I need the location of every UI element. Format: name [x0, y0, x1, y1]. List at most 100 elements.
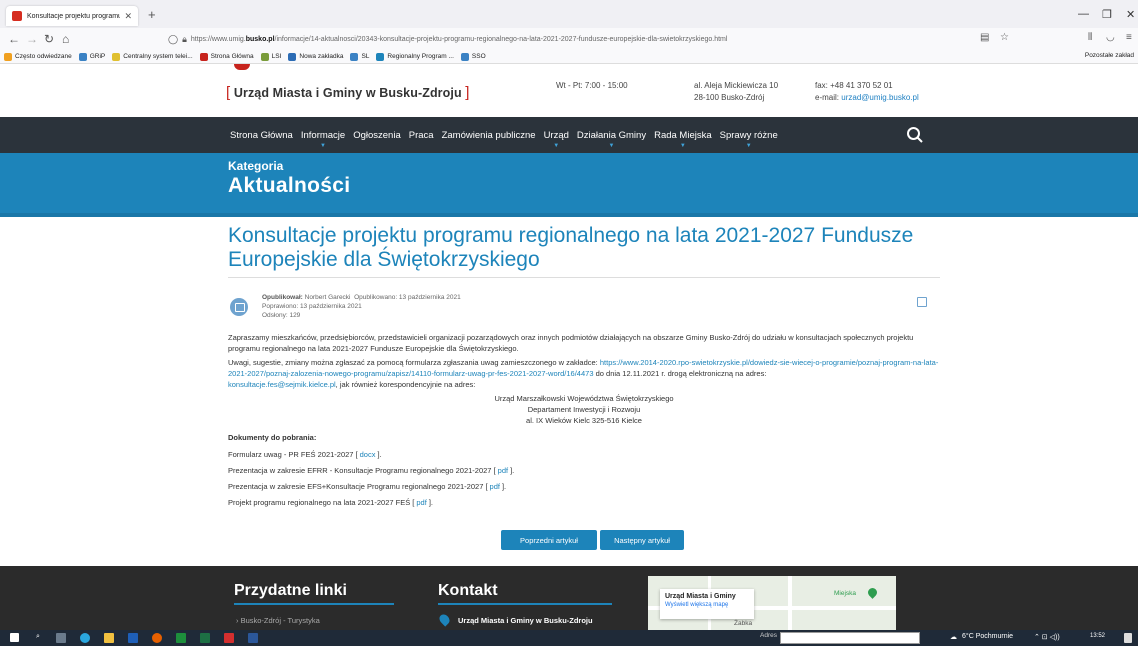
document-item: Projekt programu regionalnego na lata 20…: [228, 498, 433, 507]
home-icon[interactable]: ⌂: [62, 32, 69, 46]
word-icon[interactable]: [248, 633, 258, 643]
app-icon[interactable]: [176, 633, 186, 643]
next-article-button[interactable]: Następny artykuł: [600, 530, 684, 550]
acrobat-icon[interactable]: [224, 633, 234, 643]
document-download-link[interactable]: pdf: [416, 498, 426, 507]
contact-name: Urząd Miasta i Gminy w Busku-Zdroju: [458, 616, 593, 625]
nav-item[interactable]: Rada Miejska ▼: [654, 130, 712, 149]
bookmark-item[interactable]: GRiP: [78, 52, 105, 61]
view-larger-map-link[interactable]: Wyświetl większą mapę: [665, 602, 749, 608]
edge-icon[interactable]: [80, 633, 90, 643]
bookmark-item[interactable]: Strona Główna: [199, 52, 254, 61]
site-logo[interactable]: [ Urząd Miasta i Gminy w Busku-Zdroju ]: [226, 84, 470, 101]
bookmark-item[interactable]: LSI: [260, 52, 281, 61]
useful-links-heading: Przydatne linki: [234, 582, 347, 599]
embedded-map[interactable]: Urząd Miasta i Gminy Wyświetl większą ma…: [648, 576, 896, 630]
other-bookmarks[interactable]: Pozostałe zakład: [1085, 52, 1134, 59]
nav-item[interactable]: Informacje ▼: [301, 130, 345, 149]
nav-item[interactable]: Strona Główna: [230, 130, 293, 141]
site-favicon-icon: [12, 11, 22, 21]
forward-arrow-icon[interactable]: →: [26, 32, 38, 46]
document-download-link[interactable]: pdf: [498, 466, 508, 475]
view-count: Odsłony: 129: [262, 312, 301, 319]
document-download-link[interactable]: pdf: [490, 482, 500, 491]
browser-tab[interactable]: Konsultacje projektu programu ✕: [6, 6, 138, 26]
document-item: Prezentacja w zakresie EFRR - Konsultacj…: [228, 466, 515, 475]
map-pin-icon: [866, 586, 879, 599]
address-toolbar-input[interactable]: [780, 632, 920, 644]
nav-item[interactable]: Sprawy różne ▼: [720, 130, 778, 149]
nav-item[interactable]: Działania Gminy ▼: [577, 130, 646, 149]
map-place-title: Urząd Miasta i Gminy: [665, 593, 736, 600]
logo-emblem: [234, 64, 250, 70]
outlook-icon[interactable]: [128, 633, 138, 643]
map-label: Miejska: [834, 590, 857, 597]
notifications-icon[interactable]: [1124, 633, 1132, 643]
consultation-email-link[interactable]: konsultacje.fes@sejmik.kielce.pl: [228, 380, 336, 389]
address-line-2: 28-100 Busko-Zdrój: [694, 93, 765, 102]
nav-item[interactable]: Zamówienia publiczne: [442, 130, 536, 141]
chevron-down-icon: ▼: [320, 142, 326, 149]
documents-heading: Dokumenty do pobrania:: [228, 433, 317, 442]
print-icon[interactable]: [917, 297, 927, 307]
contact-heading: Kontakt: [438, 582, 498, 599]
bookmark-icon: [199, 52, 208, 61]
bookmark-item[interactable]: Często odwiedzane: [4, 52, 72, 61]
bookmark-icon: [260, 52, 269, 61]
bookmark-icon: [78, 52, 87, 61]
instructions-paragraph: Uwagi, sugestie, zmiany można zgłaszać z…: [228, 358, 939, 389]
nav-item[interactable]: Urząd ▼: [544, 130, 569, 149]
task-view-icon[interactable]: [56, 633, 66, 643]
os-taskbar: ⌕ Adres ☁ 6°C Pochmurnie ⌃ ⊡ ◁)) 13:52: [0, 630, 1138, 646]
bookmark-item[interactable]: SSO: [460, 52, 486, 61]
article-meta: Opublikował: Norbert Garecki Opublikowan…: [262, 294, 461, 319]
window-close-icon[interactable]: ✕: [1126, 8, 1135, 21]
shield-icon: ◯: [168, 33, 179, 44]
bookmark-item[interactable]: Regionalny Program ...: [376, 52, 454, 61]
search-icon[interactable]: ⌕: [36, 633, 40, 641]
address-bar[interactable]: ◯ 🔒︎ https://www.umig.busko.pl/informacj…: [168, 31, 998, 47]
previous-article-button[interactable]: Poprzedni artykuł: [501, 530, 597, 550]
weather-text[interactable]: 6°C Pochmurnie: [962, 633, 1013, 640]
windows-start-icon[interactable]: [10, 633, 19, 642]
corrected-date: Poprawiono: 13 października 2021: [262, 303, 362, 310]
site-footer: Przydatne linki › Busko-Zdrój - Turystyk…: [0, 566, 1138, 630]
tab-close-icon[interactable]: ✕: [124, 11, 132, 22]
excel-icon[interactable]: [200, 633, 210, 643]
clock[interactable]: 13:52: [1090, 633, 1105, 639]
email-link[interactable]: urzad@umig.busko.pl: [841, 93, 919, 102]
bookmark-item[interactable]: Nowa zakładka: [288, 52, 343, 61]
documents-list: Formularz uwag - PR FEŚ 2021-2027 [docx]…: [228, 449, 940, 508]
reload-icon[interactable]: ↻: [44, 32, 54, 46]
postal-address: Urząd Marszałkowski Województwa Świętokr…: [494, 394, 674, 425]
bookmark-icon: [4, 52, 12, 61]
nav-item[interactable]: Ogłoszenia: [353, 130, 401, 141]
article-title: Konsultacje projektu programu regionalne…: [228, 224, 914, 271]
bookmark-item[interactable]: Centralny system telei...: [112, 52, 193, 61]
bookmark-item[interactable]: SL: [350, 52, 369, 61]
firefox-icon[interactable]: [152, 633, 162, 643]
new-tab-button[interactable]: +: [148, 7, 156, 22]
menu-icon[interactable]: ≡: [1126, 32, 1132, 43]
bookmark-star-icon[interactable]: ☆: [1000, 32, 1009, 43]
tray-icons[interactable]: ⌃ ⊡ ◁)): [1034, 633, 1060, 641]
reader-view-icon[interactable]: ▤: [980, 32, 989, 43]
address-line-1: al. Aleja Mickiewicza 10: [694, 81, 779, 90]
search-icon[interactable]: [906, 126, 924, 144]
chevron-down-icon: ▼: [553, 142, 560, 149]
chevron-down-icon: ▼: [608, 142, 615, 149]
nav-item[interactable]: Praca: [409, 130, 434, 141]
bookmark-icon: [376, 52, 385, 61]
minimize-icon[interactable]: —: [1078, 8, 1089, 20]
main-navigation: Strona Główna Informacje ▼ Ogłoszenia Praca Z…: [0, 117, 1138, 153]
restore-icon[interactable]: ❐: [1102, 8, 1112, 21]
pocket-icon[interactable]: ◡: [1106, 32, 1115, 43]
back-arrow-icon[interactable]: ←: [8, 32, 20, 46]
article-body: Zapraszamy mieszkańców, przedsiębiorców,…: [228, 332, 940, 513]
library-icon[interactable]: ⫴: [1088, 32, 1092, 43]
file-explorer-icon[interactable]: [104, 633, 114, 643]
footer-link-tourism[interactable]: › Busko-Zdrój - Turystyka: [236, 616, 320, 625]
browser-tab-bar: Konsultacje projektu programu ✕ + — ❐ ✕: [0, 0, 1138, 28]
address-toolbar-label: Adres: [760, 632, 777, 639]
document-download-link[interactable]: docx: [360, 450, 376, 459]
